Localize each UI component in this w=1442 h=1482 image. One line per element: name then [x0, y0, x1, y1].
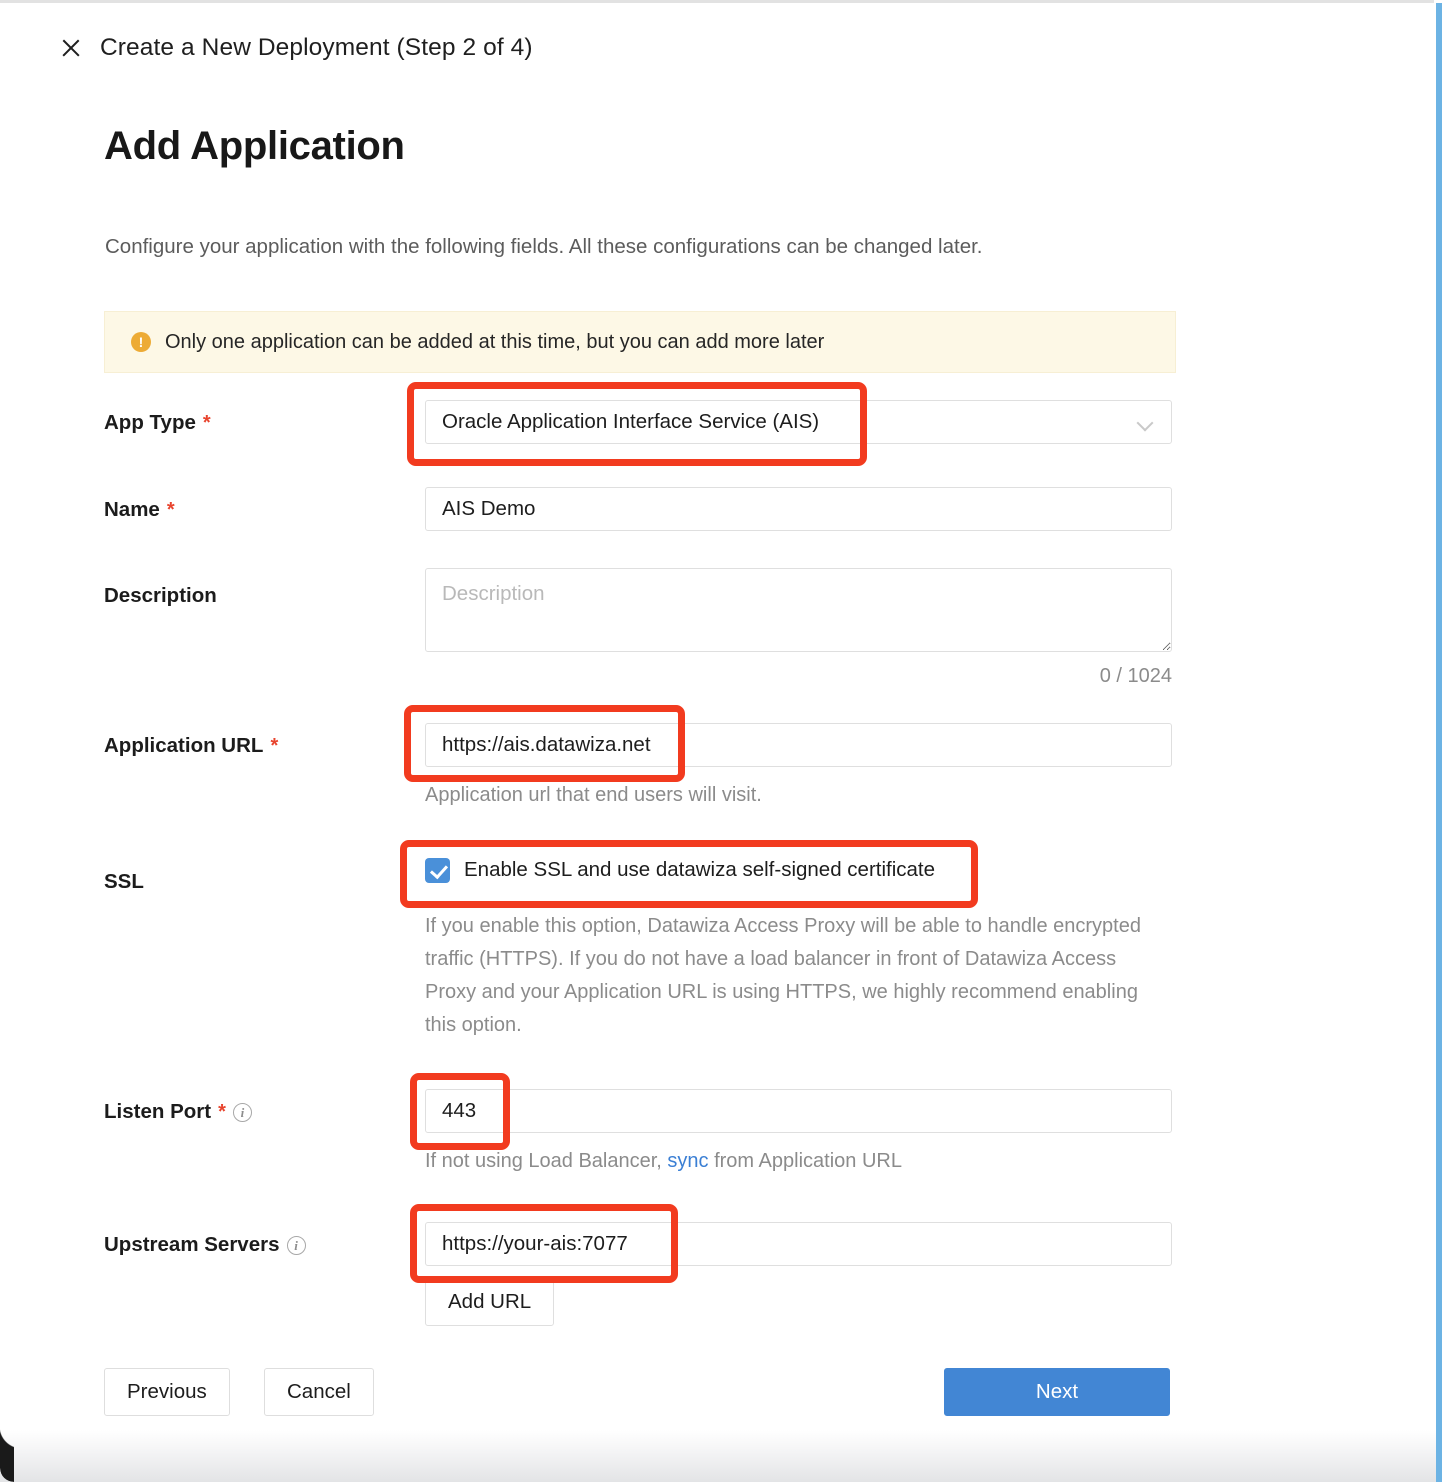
sync-link[interactable]: sync: [667, 1150, 708, 1172]
description-label: Description: [104, 584, 217, 608]
app-type-control: [425, 400, 1172, 444]
upstream-servers-label: Upstream Servers: [104, 1233, 306, 1257]
previous-button[interactable]: Previous: [104, 1368, 230, 1416]
bottom-left-corner: [0, 1426, 14, 1482]
required-marker: *: [166, 498, 175, 521]
next-button[interactable]: Next: [944, 1368, 1170, 1416]
right-edge-strip: [1436, 3, 1442, 1482]
description-control: 0 / 1024: [425, 568, 1172, 688]
application-url-hint: Application url that end users will visi…: [425, 784, 762, 806]
required-marker: *: [202, 411, 211, 434]
listen-port-label-text: Listen Port: [104, 1100, 212, 1123]
dialog-header: Create a New Deployment (Step 2 of 4): [58, 34, 533, 62]
info-circle-icon[interactable]: [232, 1102, 252, 1122]
name-label: Name *: [104, 498, 175, 522]
name-input[interactable]: [425, 487, 1172, 531]
listen-port-input[interactable]: [425, 1089, 1172, 1133]
listen-port-label: Listen Port *: [104, 1100, 252, 1124]
name-control: [425, 487, 1172, 531]
ssl-control: Enable SSL and use datawiza self-signed …: [425, 848, 1172, 1042]
dialog-footer: Previous Cancel Next: [104, 1368, 1170, 1416]
upstream-servers-control: Add URL: [425, 1222, 1172, 1326]
app-type-label-text: App Type: [104, 411, 196, 434]
description-textarea[interactable]: [425, 568, 1172, 652]
listen-port-hint-before: If not using Load Balancer,: [425, 1150, 668, 1172]
application-url-input[interactable]: [425, 723, 1172, 767]
page-subtitle: Configure your application with the foll…: [105, 235, 983, 258]
alert-text: Only one application can be added at thi…: [165, 330, 825, 353]
warning-circle-icon: [131, 332, 151, 352]
ssl-checkbox-label: Enable SSL and use datawiza self-signed …: [464, 858, 936, 881]
application-url-label-text: Application URL: [104, 734, 264, 757]
page-title: Add Application: [104, 124, 405, 168]
upstream-server-input[interactable]: [425, 1222, 1172, 1266]
cancel-button[interactable]: Cancel: [264, 1368, 374, 1416]
top-divider: [0, 0, 1434, 3]
description-label-text: Description: [104, 584, 217, 607]
close-icon[interactable]: [58, 35, 84, 61]
listen-port-hint: If not using Load Balancer, sync from Ap…: [425, 1145, 1172, 1178]
listen-port-hint-after: from Application URL: [708, 1150, 902, 1172]
required-marker: *: [270, 734, 279, 757]
info-alert: Only one application can be added at thi…: [104, 311, 1176, 373]
app-type-label: App Type *: [104, 411, 211, 435]
ssl-label: SSL: [104, 870, 144, 894]
info-circle-icon[interactable]: [286, 1235, 306, 1255]
bottom-fade: [0, 1430, 1436, 1482]
ssl-checkbox-row[interactable]: Enable SSL and use datawiza self-signed …: [425, 848, 1172, 892]
app-type-select-wrap: [425, 400, 1172, 444]
ssl-checkbox[interactable]: [425, 857, 450, 883]
listen-port-control: If not using Load Balancer, sync from Ap…: [425, 1089, 1172, 1178]
ssl-hint: If you enable this option, Datawiza Acce…: [425, 915, 1141, 1036]
name-label-text: Name: [104, 498, 160, 521]
application-url-label: Application URL *: [104, 734, 278, 758]
add-url-button[interactable]: Add URL: [425, 1278, 555, 1326]
description-counter: 0 / 1024: [1099, 665, 1172, 687]
dialog-step-title: Create a New Deployment (Step 2 of 4): [100, 34, 533, 61]
app-type-select[interactable]: [425, 400, 1172, 444]
ssl-label-text: SSL: [104, 870, 144, 893]
upstream-servers-label-text: Upstream Servers: [104, 1233, 280, 1256]
required-marker: *: [218, 1100, 226, 1123]
dialog-page: Create a New Deployment (Step 2 of 4) Ad…: [0, 0, 1442, 1482]
application-url-control: Application url that end users will visi…: [425, 723, 1172, 812]
